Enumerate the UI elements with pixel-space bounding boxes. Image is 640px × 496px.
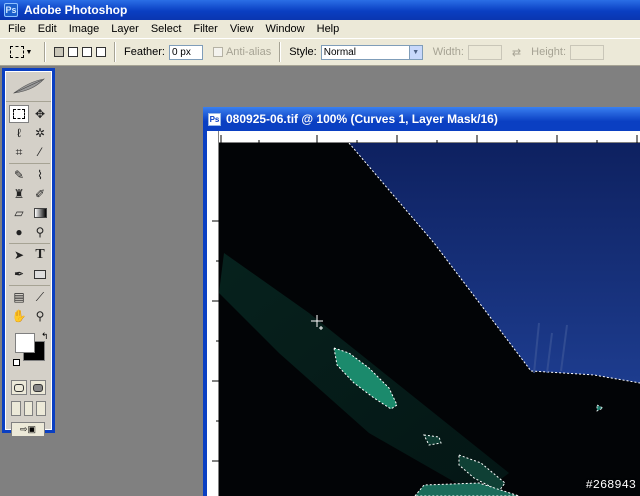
- chevron-down-icon: ▼: [408, 45, 422, 59]
- feather-logo-icon[interactable]: [6, 72, 51, 102]
- menu-file[interactable]: File: [2, 20, 32, 38]
- history-brush-tool-icon[interactable]: ✐: [30, 185, 50, 203]
- height-label: Height:: [531, 46, 566, 58]
- toolbox-panel: ✥ ℓ ✲ ⌗ ⁄ ✎ ⌇ ♜ ✐ ▱ ● ⚲ ➤ T ✒ ▤ ⟋ ✋ ⚲ ↰ …: [2, 68, 55, 437]
- gradient-tool-icon[interactable]: [30, 204, 50, 222]
- style-label: Style:: [289, 46, 317, 58]
- dodge-tool-icon[interactable]: ⚲: [30, 223, 50, 241]
- menu-window[interactable]: Window: [260, 20, 311, 38]
- canvas-image: [219, 143, 640, 496]
- notes-tool-icon[interactable]: ▤: [9, 288, 29, 306]
- zoom-tool-icon[interactable]: ⚲: [30, 307, 50, 325]
- screen-mode-buttons: [6, 398, 51, 419]
- lasso-tool-icon[interactable]: ℓ: [9, 124, 29, 142]
- standard-mode-icon: [14, 383, 24, 392]
- healing-brush-tool-icon[interactable]: ✎: [9, 166, 29, 184]
- feather-icon: [12, 78, 45, 93]
- mask-mode-buttons: [6, 377, 51, 398]
- hand-tool-icon[interactable]: ✋: [9, 307, 29, 325]
- imageready-icon: ⇨▣: [19, 424, 37, 434]
- color-swatches: ↰: [9, 329, 49, 373]
- feather-input[interactable]: 0 px: [168, 44, 203, 60]
- pen-tool-icon[interactable]: ✒: [9, 265, 29, 283]
- quick-mask-mode-button[interactable]: [30, 380, 46, 395]
- divider: [9, 285, 50, 286]
- document-icon: Ps: [208, 112, 221, 126]
- style-value: Normal: [323, 46, 356, 58]
- menu-view[interactable]: View: [224, 20, 260, 38]
- document-window: Ps 080925-06.tif @ 100% (Curves 1, Layer…: [203, 107, 640, 496]
- divider: [9, 163, 50, 164]
- checkbox-box: [212, 47, 223, 58]
- subtract-selection-button[interactable]: [82, 47, 92, 57]
- tool-preset-picker[interactable]: ▼: [6, 41, 36, 63]
- style-select[interactable]: Normal ▼: [320, 44, 423, 60]
- standard-screen-mode-button[interactable]: [11, 401, 21, 416]
- new-selection-button[interactable]: [54, 47, 64, 57]
- type-tool-icon[interactable]: T: [30, 246, 50, 264]
- divider: [9, 243, 50, 244]
- document-title: 080925-06.tif @ 100% (Curves 1, Layer Ma…: [226, 112, 498, 126]
- app-title: Adobe Photoshop: [24, 3, 128, 17]
- app-titlebar: Ps Adobe Photoshop: [0, 0, 640, 20]
- blur-tool-icon[interactable]: ●: [9, 223, 29, 241]
- antialias-checkbox[interactable]: Anti-alias: [212, 46, 272, 58]
- menu-filter[interactable]: Filter: [187, 20, 223, 38]
- slice-tool-icon[interactable]: ⁄: [30, 143, 50, 161]
- tool-grid: ✥ ℓ ✲ ⌗ ⁄ ✎ ⌇ ♜ ✐ ▱ ● ⚲ ➤ T ✒ ▤ ⟋ ✋ ⚲: [6, 102, 51, 325]
- antialias-label: Anti-alias: [225, 46, 272, 58]
- eraser-tool-icon[interactable]: ▱: [9, 204, 29, 222]
- ruler-ticks: [212, 220, 219, 462]
- eyedropper-tool-icon[interactable]: ⟋: [30, 288, 50, 306]
- path-selection-tool-icon[interactable]: ➤: [9, 246, 29, 264]
- crop-tool-icon[interactable]: ⌗: [9, 143, 29, 161]
- options-bar: ▼ Feather: 0 px Anti-alias Style: Normal…: [0, 38, 640, 66]
- default-colors-icon[interactable]: [13, 359, 20, 366]
- divider: [114, 42, 116, 62]
- ruler-horizontal[interactable]: [219, 131, 640, 143]
- toolbox-body: ✥ ℓ ✲ ⌗ ⁄ ✎ ⌇ ♜ ✐ ▱ ● ⚲ ➤ T ✒ ▤ ⟋ ✋ ⚲ ↰ …: [5, 71, 52, 437]
- divider: [44, 42, 46, 62]
- document-titlebar[interactable]: Ps 080925-06.tif @ 100% (Curves 1, Layer…: [203, 107, 640, 131]
- width-label: Width:: [432, 46, 464, 58]
- watermark-text: #268943: [585, 478, 636, 492]
- move-tool-icon[interactable]: ✥: [30, 105, 50, 123]
- divider: [279, 42, 282, 62]
- rect-marquee-tool-icon[interactable]: [9, 105, 29, 123]
- ruler-ticks: [220, 135, 638, 143]
- chevron-down-icon: ▼: [25, 48, 33, 56]
- menu-bar: File Edit Image Layer Select Filter View…: [0, 20, 640, 38]
- full-screen-mode-button[interactable]: [36, 401, 47, 416]
- swap-colors-icon[interactable]: ↰: [41, 331, 49, 342]
- standard-mode-button[interactable]: [11, 380, 27, 395]
- add-selection-button[interactable]: [68, 47, 78, 57]
- menu-edit[interactable]: Edit: [32, 20, 63, 38]
- image-canvas[interactable]: [219, 143, 640, 496]
- height-input[interactable]: [570, 44, 604, 60]
- jump-to-imageready-button[interactable]: ⇨▣: [11, 422, 45, 437]
- brush-tool-icon[interactable]: ⌇: [30, 166, 50, 184]
- intersect-selection-button[interactable]: [96, 47, 106, 57]
- full-screen-menu-mode-button[interactable]: [23, 401, 34, 416]
- photoshop-icon: Ps: [4, 3, 18, 17]
- swap-arrows-icon[interactable]: ⇄: [512, 46, 521, 59]
- ruler-vertical[interactable]: [207, 131, 219, 496]
- menu-image[interactable]: Image: [63, 20, 106, 38]
- magic-wand-tool-icon[interactable]: ✲: [30, 124, 50, 142]
- menu-layer[interactable]: Layer: [105, 20, 145, 38]
- foreground-color-swatch[interactable]: [15, 333, 35, 353]
- clone-stamp-tool-icon[interactable]: ♜: [9, 185, 29, 203]
- rect-marquee-icon: [9, 46, 24, 58]
- menu-help[interactable]: Help: [311, 20, 346, 38]
- menu-select[interactable]: Select: [145, 20, 188, 38]
- imageready-row: ⇨▣: [6, 419, 51, 440]
- width-input[interactable]: [467, 44, 502, 60]
- shape-tool-icon[interactable]: [30, 265, 50, 283]
- quick-mask-icon: [33, 383, 43, 392]
- feather-label: Feather:: [124, 46, 165, 58]
